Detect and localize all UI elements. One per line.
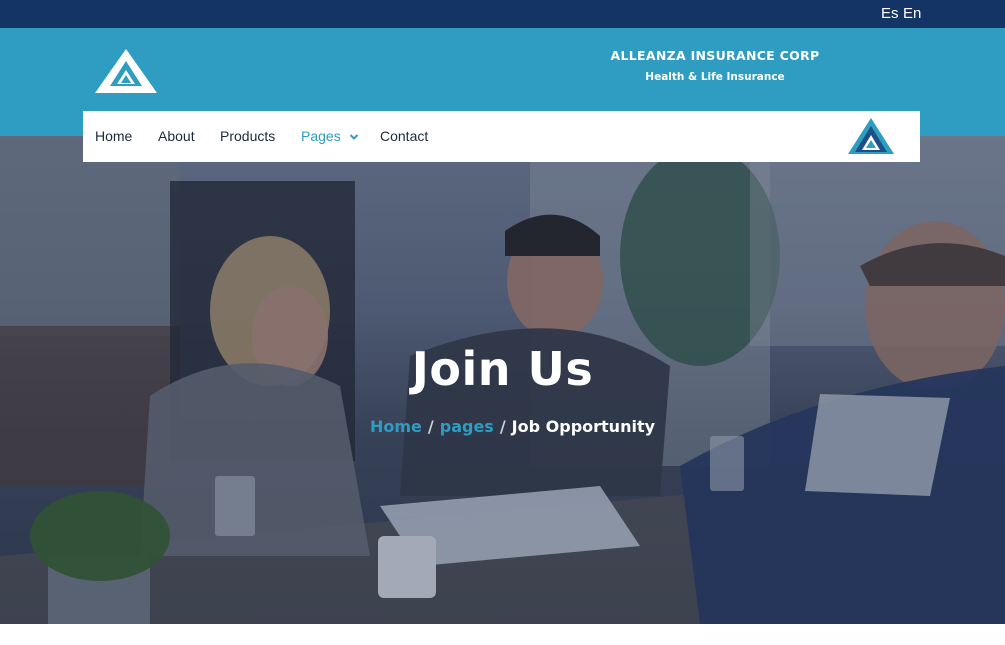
breadcrumb-home-link[interactable]: Home: [370, 417, 422, 436]
page-content-start: [0, 624, 1005, 645]
hero-banner: Join Us Home / pages / Job Opportunity: [0, 136, 1005, 624]
main-nav: Home About Products Pages Contact: [83, 111, 920, 162]
page-title: Join Us: [411, 342, 594, 396]
logo-icon[interactable]: [94, 48, 158, 94]
brand-name: ALLEANZA INSURANCE CORP: [610, 48, 820, 63]
nav-item-contact[interactable]: Contact: [380, 128, 428, 144]
breadcrumb-pages-link[interactable]: pages: [440, 417, 494, 436]
breadcrumb-separator: /: [499, 417, 506, 436]
nav-item-home[interactable]: Home: [95, 128, 132, 144]
language-en-link[interactable]: En: [903, 5, 921, 22]
breadcrumb-separator: /: [427, 417, 434, 436]
brand-tagline: Health & Life Insurance: [645, 71, 785, 83]
nav-item-products[interactable]: Products: [220, 128, 275, 144]
language-bar: Es En: [0, 0, 1005, 28]
breadcrumb: Home / pages / Job Opportunity: [370, 417, 655, 436]
nav-item-pages-label: Pages: [301, 128, 341, 144]
breadcrumb-current: Job Opportunity: [511, 417, 656, 436]
logo-icon[interactable]: [847, 117, 895, 155]
chevron-down-icon: [349, 134, 358, 141]
nav-item-pages[interactable]: Pages: [301, 128, 359, 144]
nav-item-about[interactable]: About: [158, 128, 195, 144]
language-es-link[interactable]: Es: [881, 5, 899, 22]
brand-block: ALLEANZA INSURANCE CORP Health & Life In…: [560, 48, 870, 83]
